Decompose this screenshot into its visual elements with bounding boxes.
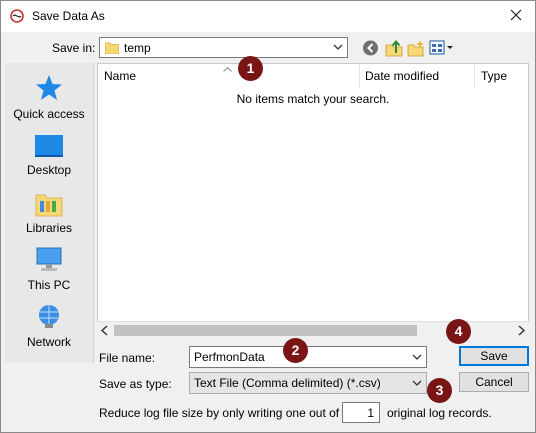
title-bar: Save Data As [1,1,535,32]
window-title: Save Data As [32,9,105,23]
column-divider[interactable] [359,64,360,88]
places-bar: Quick access Desktop Libraries This PC N… [5,63,94,363]
file-name-input[interactable]: PerfmonData [189,346,427,368]
app-icon [10,9,24,23]
file-list[interactable]: Name Date modified Type No items match y… [97,63,529,338]
places-libraries[interactable]: Libraries [5,189,93,245]
this-pc-icon [36,247,62,271]
scroll-left-icon[interactable] [100,325,110,336]
places-network[interactable]: Network [5,303,93,359]
quick-access-icon [36,75,62,100]
save-as-type-label: Save as type: [99,377,172,391]
callout-marker: 2 [283,338,308,363]
save-data-as-dialog: Save Data As Save in: temp Quick access … [0,0,536,433]
save-in-dropdown[interactable]: temp [99,37,348,58]
column-header-name[interactable]: Name [104,64,136,88]
reduce-label: Reduce log file size by only writing one… [99,406,372,420]
save-button[interactable]: Save [459,346,529,366]
view-menu-icon[interactable] [429,39,455,57]
chevron-down-icon[interactable] [412,354,422,361]
save-as-type-dropdown[interactable]: Text File (Comma delimited) (*.csv) [189,372,427,394]
sort-ascending-icon [223,67,232,72]
new-folder-icon[interactable] [407,39,425,57]
places-label: Desktop [26,163,72,177]
reduce-suffix-label: original log records. [387,406,492,420]
back-icon[interactable] [362,39,379,57]
save-as-type-value: Text File (Comma delimited) (*.csv) [194,376,381,390]
places-label: Quick access [13,107,85,121]
column-divider[interactable] [474,64,475,88]
up-folder-icon[interactable] [385,39,403,57]
save-in-label: Save in: [52,41,96,55]
chevron-down-icon [412,380,422,386]
file-name-label: File name: [99,351,156,365]
callout-marker: 1 [238,56,263,81]
libraries-icon [35,194,63,217]
places-label: Network [26,335,71,349]
save-in-value: temp [124,41,151,55]
places-label: This PC [27,278,71,292]
close-icon[interactable] [507,6,525,24]
empty-message: No items match your search. [236,92,390,106]
file-name-value: PerfmonData [194,350,265,364]
callout-marker: 4 [446,319,471,344]
scrollbar-thumb[interactable] [114,325,417,336]
places-label: Libraries [25,221,73,235]
callout-marker: 3 [427,378,452,403]
network-icon [39,305,59,328]
reduce-interval-value: 1 [367,406,374,420]
column-header-date-modified[interactable]: Date modified [365,64,439,88]
reduce-interval-input[interactable]: 1 [342,402,380,423]
folder-icon [105,42,119,54]
cancel-button[interactable]: Cancel [459,372,529,392]
places-this-pc[interactable]: This PC [5,246,93,302]
column-header-type[interactable]: Type [481,64,507,88]
chevron-down-icon [333,44,343,50]
desktop-icon [35,135,63,157]
places-desktop[interactable]: Desktop [5,133,93,189]
places-quick-access[interactable]: Quick access [5,73,93,129]
scroll-right-icon[interactable] [516,325,526,336]
